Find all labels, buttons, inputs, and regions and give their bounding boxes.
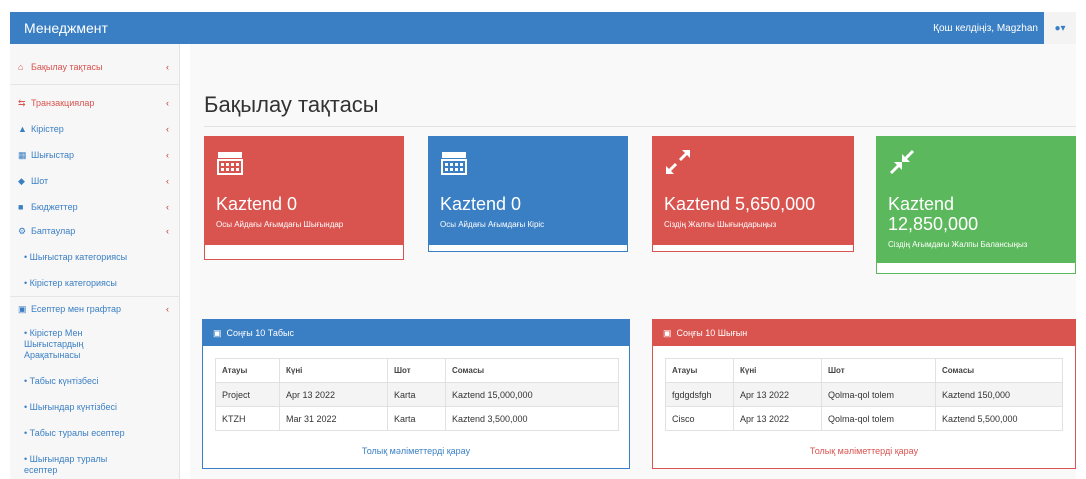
column-header: Сомасы	[935, 358, 1063, 383]
sidebar-item-label: • Кірістер категориясы	[24, 278, 117, 288]
list-icon: ■	[18, 202, 24, 212]
chevron-left-icon: ‹	[166, 124, 169, 134]
sidebar-item-label: • Шығындар туралы есептер	[24, 454, 108, 475]
column-header: Шот	[821, 358, 936, 383]
tag-icon: ◆	[18, 176, 25, 186]
exchange-icon: ⇆	[18, 98, 26, 108]
expand-icon	[666, 150, 690, 174]
sidebar-item-label: Бюджеттер	[31, 202, 78, 212]
sidebar-item-label: Есептер мен графтар	[31, 304, 122, 314]
stat-caption: Сіздің Ағымдағы Жалпы Балансыңыз	[888, 240, 1028, 249]
page-title: Бақылау тақтасы	[204, 92, 379, 117]
stat-caption: Сіздің Жалпы Шығындарыңыз	[664, 220, 777, 229]
sidebar-item-budgets[interactable]: ■ Бюджеттер ‹	[10, 202, 180, 213]
stat-card-monthly-income: Kaztend 0 Осы Айдағы Ағымдағы Кіріс	[428, 136, 628, 252]
table-row: KTZH Mar 31 2022 Karta Kaztend 3,500,000	[215, 406, 619, 431]
sidebar-item-income-categories[interactable]: • Кірістер категориясы	[10, 278, 180, 289]
chevron-left-icon: ‹	[166, 62, 169, 72]
sidebar-item-label: • Табыс туралы есептер	[24, 428, 125, 438]
user-menu-button[interactable]: ●▾	[1044, 12, 1076, 44]
recent-income-panel: ▣ Соңғы 10 Табыс Атауы Күні Шот Сомасы P…	[202, 319, 630, 469]
view-all-expenses-link[interactable]: Толық мәліметтерді қарау	[653, 446, 1075, 456]
chevron-left-icon: ‹	[166, 202, 169, 212]
table-row: Cisco Apr 13 2022 Qolma-qol tolem Kazten…	[665, 406, 1063, 431]
panel-title: Соңғы 10 Табыс	[226, 328, 294, 338]
column-header: Атауы	[665, 358, 734, 383]
chevron-left-icon: ‹	[166, 226, 169, 236]
sidebar-item-label: • Табыс күнтізбесі	[24, 376, 99, 386]
stat-value: Kaztend 5,650,000	[664, 194, 816, 214]
top-navbar: Менеджмент Қош келдіңіз, Magzhan ●▾	[10, 12, 1076, 44]
sidebar-item-income-expense-ratio[interactable]: • Кірістер Мен Шығыстардың Арақатынасы	[10, 328, 180, 361]
stat-card-total-expenses: Kaztend 5,650,000 Сіздің Жалпы Шығындары…	[652, 136, 854, 252]
recent-expenses-panel: ▣ Соңғы 10 Шығын Атауы Күні Шот Сомасы f…	[652, 319, 1076, 469]
sidebar-item-expenses[interactable]: ▦ Шығыстар ‹	[10, 150, 180, 161]
income-table: Атауы Күні Шот Сомасы Project Apr 13 202…	[215, 358, 619, 431]
column-header: Шот	[387, 358, 446, 383]
sidebar-item-expense-reports[interactable]: • Шығындар туралы есептер	[10, 454, 180, 476]
column-header: Күні	[733, 358, 822, 383]
calendar-icon	[441, 152, 467, 175]
view-all-income-link[interactable]: Толық мәліметтерді қарау	[203, 446, 629, 456]
column-header: Атауы	[215, 358, 280, 383]
sidebar-item-income-reports[interactable]: • Табыс туралы есептер	[10, 428, 180, 439]
sidebar-item-dashboard[interactable]: ⌂ Бақылау тақтасы ‹	[10, 62, 180, 73]
calendar-icon	[217, 152, 243, 175]
sidebar-item-label: Шығыстар	[31, 150, 75, 160]
sidebar-item-label: Шот	[31, 176, 49, 186]
sidebar-item-income[interactable]: ▲ Кірістер ‹	[10, 124, 180, 135]
chart-icon: ▣	[213, 327, 222, 338]
sidebar-item-label: • Шығындар күнтізбесі	[24, 402, 117, 412]
expenses-table: Атауы Күні Шот Сомасы fgdgdsfgh Apr 13 2…	[665, 358, 1063, 431]
stat-caption: Осы Айдағы Ағымдағы Шығындар	[216, 220, 344, 229]
stat-value: Kaztend 12,850,000	[888, 194, 979, 234]
sidebar-item-settings[interactable]: ⚙ Баптаулар ‹	[10, 226, 180, 237]
sidebar-item-label: • Шығыстар категориясы	[24, 252, 128, 262]
chart-icon: ▣	[18, 304, 27, 314]
sidebar-item-label: Баптаулар	[31, 226, 76, 236]
sidebar-item-label: • Кірістер Мен Шығыстардың Арақатынасы	[24, 328, 84, 360]
gears-icon: ⚙	[18, 226, 27, 236]
sidebar-item-expense-categories[interactable]: • Шығыстар категориясы	[10, 252, 180, 263]
sidebar-item-label: Бақылау тақтасы	[31, 62, 103, 72]
chevron-left-icon: ‹	[166, 176, 169, 186]
welcome-text: Қош келдіңіз, Magzhan	[933, 22, 1038, 34]
user-icon: ●▾	[1054, 22, 1066, 34]
sidebar-item-income-calendar[interactable]: • Табыс күнтізбесі	[10, 376, 180, 387]
calendar-icon: ▦	[18, 150, 27, 160]
sidebar: ⌂ Бақылау тақтасы ‹ ⇆ Транзакциялар ‹ ▲ …	[10, 44, 180, 479]
main-content: Бақылау тақтасы Kaztend 0 Осы Айдағы Ағы…	[190, 44, 1076, 479]
table-row: fgdgdsfgh Apr 13 2022 Qolma-qol tolem Ka…	[665, 382, 1063, 407]
stat-card-monthly-expenses: Kaztend 0 Осы Айдағы Ағымдағы Шығындар	[204, 136, 404, 260]
column-header: Сомасы	[445, 358, 619, 383]
table-row: Project Apr 13 2022 Karta Kaztend 15,000…	[215, 382, 619, 407]
brand-title[interactable]: Менеджмент	[10, 20, 933, 36]
stat-value: Kaztend 0	[216, 194, 298, 214]
sidebar-item-label: Транзакциялар	[31, 98, 95, 108]
stat-value: Kaztend 0	[440, 194, 522, 214]
home-icon: ⌂	[18, 62, 24, 72]
panel-title: Соңғы 10 Шығын	[676, 328, 748, 338]
compress-icon	[889, 149, 915, 175]
sidebar-item-transactions[interactable]: ⇆ Транзакциялар ‹	[10, 98, 180, 109]
stat-caption: Осы Айдағы Ағымдағы Кіріс	[440, 220, 545, 229]
chevron-left-icon: ‹	[166, 150, 169, 160]
sidebar-item-reports[interactable]: ▣ Есептер мен графтар ‹	[10, 304, 180, 315]
panel-header: ▣ Соңғы 10 Шығын	[653, 320, 1075, 346]
panel-header: ▣ Соңғы 10 Табыс	[203, 320, 629, 346]
sidebar-item-label: Кірістер	[31, 124, 64, 134]
chevron-left-icon: ‹	[166, 98, 169, 108]
chart-icon: ▣	[663, 327, 672, 338]
stat-card-total-balance: Kaztend 12,850,000 Сіздің Ағымдағы Жалпы…	[876, 136, 1076, 274]
chevron-left-icon: ‹	[166, 304, 169, 314]
bank-icon: ▲	[18, 124, 27, 134]
sidebar-item-expense-calendar[interactable]: • Шығындар күнтізбесі	[10, 402, 180, 413]
sidebar-item-account[interactable]: ◆ Шот ‹	[10, 176, 180, 187]
column-header: Күні	[279, 358, 388, 383]
